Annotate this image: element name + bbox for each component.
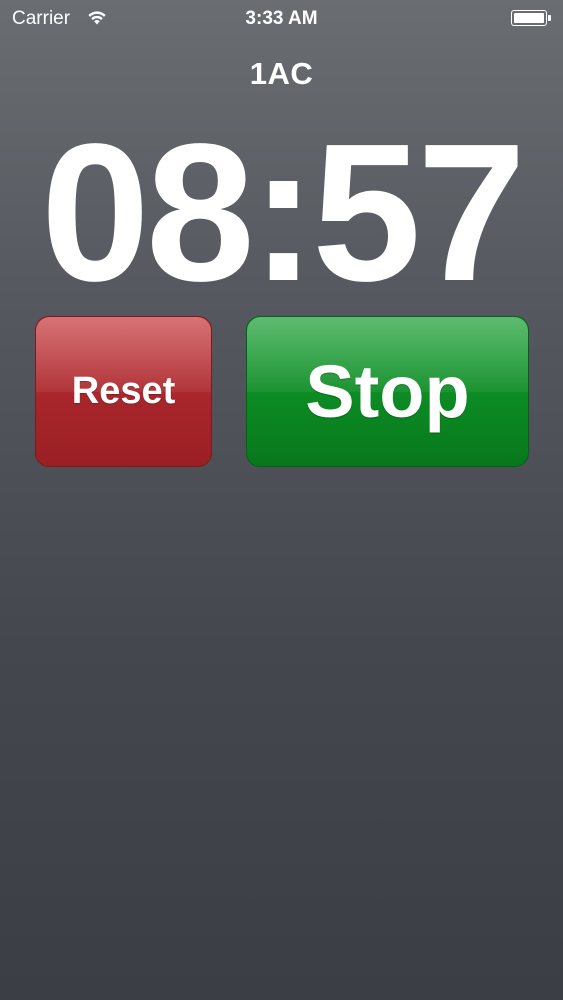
status-bar: Carrier 3:33 AM [0,0,563,38]
app-screen: Carrier 3:33 AM 1AC 08:57 Reset Stop [0,0,563,1000]
stop-button-label: Stop [305,350,470,433]
status-time: 3:33 AM [245,8,318,29]
countdown-timer: 08:57 [40,103,526,322]
session-title: 1AC [249,56,314,91]
reset-button-label: Reset [71,370,176,412]
stop-button[interactable]: Stop [246,316,529,467]
reset-button[interactable]: Reset [35,316,212,467]
battery-icon [511,10,553,26]
